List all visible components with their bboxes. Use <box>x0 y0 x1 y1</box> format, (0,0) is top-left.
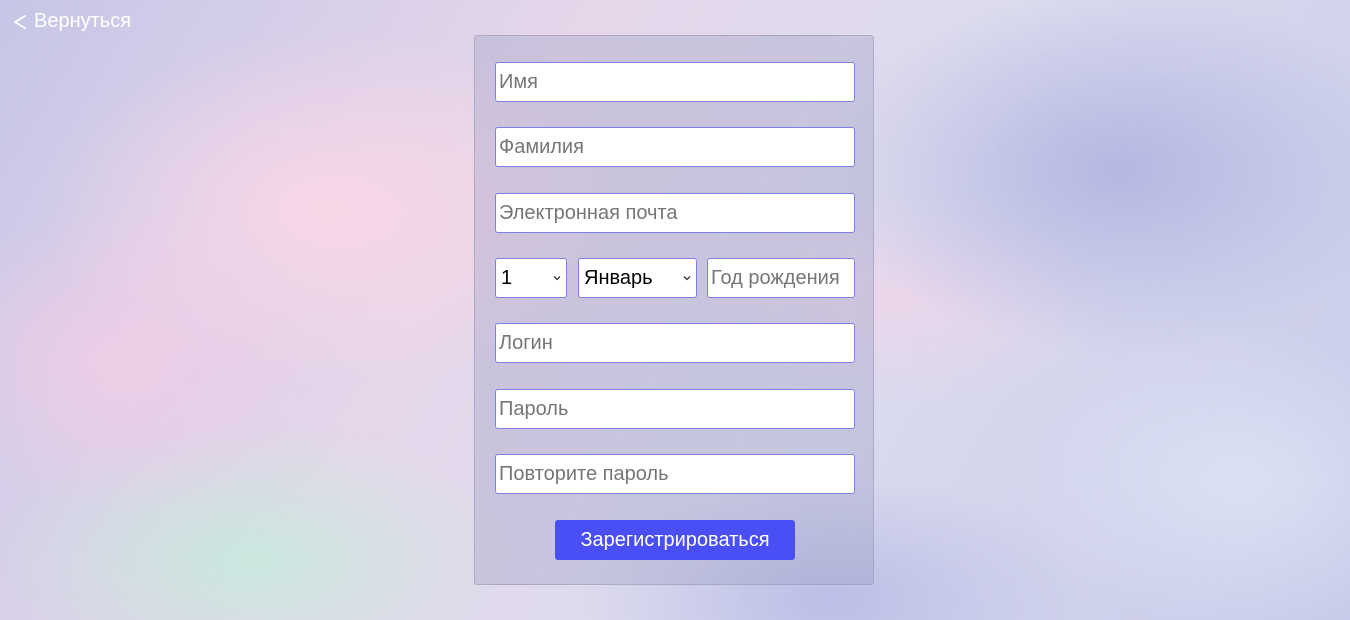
registration-form: 1 Январь Зарегистрироваться <box>474 35 874 585</box>
last-name-input[interactable] <box>495 127 855 167</box>
first-name-input[interactable] <box>495 62 855 102</box>
password-input[interactable] <box>495 389 855 429</box>
birth-day-select[interactable]: 1 <box>495 258 567 298</box>
chevron-down-icon <box>553 276 561 281</box>
password-repeat-input[interactable] <box>495 454 855 494</box>
register-button[interactable]: Зарегистрироваться <box>555 520 795 560</box>
birth-month-select[interactable]: Январь <box>578 258 697 298</box>
birth-month-value: Январь <box>584 266 653 289</box>
back-link[interactable]: Вернуться <box>12 10 131 33</box>
chevron-down-icon <box>683 276 691 281</box>
back-link-label: Вернуться <box>34 10 132 32</box>
email-input[interactable] <box>495 193 855 233</box>
birth-day-value: 1 <box>501 266 513 289</box>
birth-year-input[interactable] <box>707 258 855 298</box>
chevron-left-icon <box>14 14 26 29</box>
login-input[interactable] <box>495 323 855 363</box>
